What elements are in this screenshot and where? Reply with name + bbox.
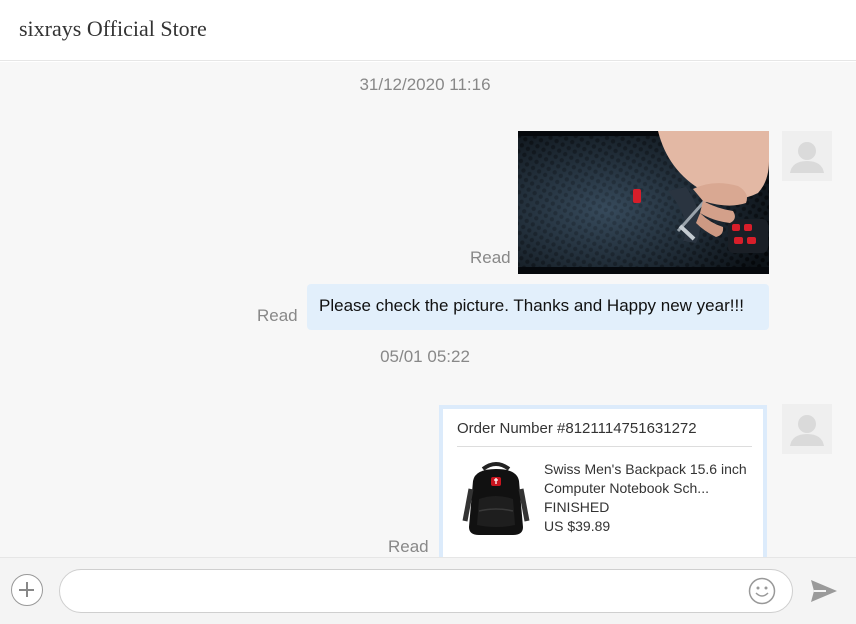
divider (457, 446, 752, 447)
product-info: Swiss Men's Backpack 15.6 inch Computer … (544, 460, 754, 536)
plus-circle-icon[interactable] (11, 574, 43, 606)
timestamp: 31/12/2020 11:16 (359, 75, 491, 94)
read-receipt: Read (470, 248, 511, 267)
product-name: Swiss Men's Backpack 15.6 inch Computer … (544, 461, 747, 496)
image-message[interactable] (518, 131, 769, 274)
chat-header: sixrays Official Store (0, 0, 856, 61)
backpack-icon (462, 462, 530, 535)
avatar[interactable] (782, 404, 832, 454)
read-receipt: Read (388, 537, 429, 556)
backpack-photo (518, 131, 769, 274)
store-name[interactable]: sixrays Official Store (19, 16, 207, 42)
send-arrow-icon[interactable] (810, 578, 838, 604)
timestamp: 05/01 05:22 (380, 347, 470, 366)
product-price: US $39.89 (544, 518, 611, 534)
product-image (461, 459, 531, 539)
smiley-icon[interactable] (748, 577, 776, 605)
order-status: FINISHED (544, 499, 610, 515)
order-card[interactable]: Order Number #8121114751631272 Swiss Men… (439, 405, 767, 557)
user-icon (782, 131, 832, 181)
read-receipt: Read (257, 306, 298, 325)
composer-bar (0, 557, 856, 624)
message-input[interactable] (59, 569, 793, 613)
message-list[interactable]: 31/12/2020 11:16 Read Read Please check … (0, 62, 856, 557)
order-number: Order Number #8121114751631272 (457, 420, 697, 437)
text-message[interactable]: Please check the picture. Thanks and Hap… (307, 284, 769, 330)
avatar[interactable] (782, 131, 832, 181)
user-icon (782, 404, 832, 454)
